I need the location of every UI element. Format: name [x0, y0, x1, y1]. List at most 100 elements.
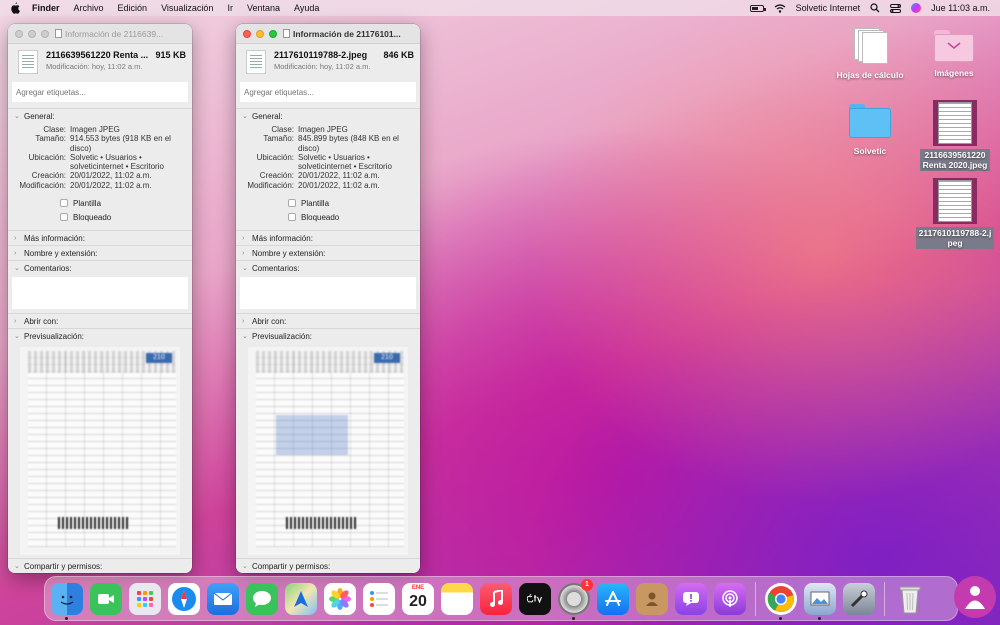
desktop-label: Hojas de cálculo — [836, 70, 904, 80]
chrome-dock-icon[interactable] — [765, 582, 797, 620]
section-sharing[interactable]: ⌄ Compartir y permisos: — [8, 559, 192, 573]
title-bar[interactable]: Información de 21176101... — [236, 24, 420, 44]
preview-image: 210 — [20, 347, 180, 556]
mail-dock-icon[interactable] — [207, 582, 239, 615]
created-value: 20/01/2022, 11:02 a.m. — [70, 171, 152, 181]
safari-dock-icon[interactable] — [168, 582, 200, 615]
music-dock-icon[interactable] — [480, 582, 512, 615]
section-general[interactable]: ⌄ General: — [236, 109, 420, 123]
chevron-down-icon: ⌄ — [14, 333, 20, 341]
section-general[interactable]: ⌄ General: — [8, 109, 192, 123]
images-folder-icon — [934, 30, 974, 62]
contacts-dock-icon[interactable] — [636, 582, 668, 615]
window-title: Información de 21176101... — [293, 28, 401, 39]
desktop-spreadsheets[interactable]: Hojas de cálculo — [832, 26, 908, 80]
stationery-label: Plantilla — [73, 198, 102, 208]
chevron-down-icon: ⌄ — [14, 113, 20, 120]
facetime-dock-icon[interactable] — [90, 582, 122, 615]
comments-field[interactable] — [240, 277, 416, 310]
menu-visualizacion[interactable]: Visualización — [161, 3, 213, 13]
messages-dock-icon[interactable] — [246, 582, 278, 615]
menu-archivo[interactable]: Archivo — [74, 3, 104, 13]
trash-dock-icon[interactable] — [894, 583, 926, 615]
photos-dock-icon[interactable] — [324, 582, 356, 615]
battery-level — [751, 6, 758, 10]
stationery-checkbox[interactable] — [288, 199, 296, 208]
menu-ventana[interactable]: Ventana — [247, 3, 280, 13]
jpeg-file-icon — [246, 50, 266, 74]
chevron-down-icon: ⌄ — [14, 563, 20, 570]
section-comments[interactable]: ⌄ Comentarios: — [8, 261, 192, 275]
locked-checkbox[interactable] — [288, 213, 296, 222]
chevron-down-icon: ⌄ — [242, 563, 248, 570]
chevron-right-icon: › — [14, 234, 17, 242]
section-name-extension[interactable]: › Nombre y extensión: — [236, 246, 420, 260]
system-preferences-dock-icon[interactable]: 1 — [558, 578, 593, 620]
preview-app-dock-icon[interactable] — [804, 582, 836, 620]
locked-checkbox[interactable] — [60, 213, 68, 222]
reminders-dock-icon[interactable] — [363, 582, 395, 615]
chevron-right-icon: › — [14, 317, 17, 325]
launchpad-dock-icon[interactable] — [129, 582, 161, 615]
menu-edicion[interactable]: Edición — [118, 3, 148, 13]
close-button[interactable] — [243, 29, 251, 38]
section-open-with[interactable]: › Abrir con: — [8, 314, 192, 328]
chevron-down-icon: ⌄ — [242, 333, 248, 341]
jpeg-thumbnail-icon — [933, 178, 977, 224]
comments-field[interactable] — [12, 277, 188, 310]
section-more-info[interactable]: › Más información: — [236, 231, 420, 245]
maps-dock-icon[interactable] — [285, 582, 317, 615]
tags-input[interactable] — [240, 82, 416, 102]
control-center-icon[interactable] — [890, 3, 902, 13]
app-store-dock-icon[interactable] — [597, 582, 629, 615]
title-bar[interactable]: Información de 2116639... — [8, 24, 192, 44]
size-label: Tamaño: — [35, 134, 66, 144]
stationery-checkbox[interactable] — [60, 199, 68, 208]
finder-dock-icon[interactable] — [51, 582, 83, 620]
section-preview[interactable]: ⌄ Previsualización: — [236, 329, 420, 343]
kind-label: Clase: — [271, 125, 294, 134]
chevron-right-icon: › — [14, 249, 17, 257]
siri-icon[interactable] — [911, 3, 922, 13]
minimize-button[interactable] — [256, 29, 264, 38]
menu-app-name[interactable]: Finder — [32, 3, 60, 13]
menu-ayuda[interactable]: Ayuda — [294, 3, 319, 13]
file-modified: Modificación: hoy, 11:02 a.m. — [274, 62, 371, 71]
created-value: 20/01/2022, 11:02 a.m. — [298, 171, 380, 181]
desktop-file-label: 2116639561220 Renta 2020.jpeg — [919, 149, 991, 171]
desktop-label: Imágenes — [934, 68, 974, 78]
network-name[interactable]: Solvetic Internet — [796, 3, 861, 13]
section-comments[interactable]: ⌄ Comentarios: — [236, 261, 420, 275]
zoom-button[interactable] — [269, 29, 277, 38]
tags-input[interactable] — [12, 82, 188, 102]
apple-icon[interactable] — [10, 2, 20, 14]
menu-bar: Finder Archivo Edición Visualización Ir … — [0, 0, 1000, 16]
utility-dock-icon[interactable] — [843, 582, 875, 615]
menu-ir[interactable]: Ir — [227, 3, 233, 13]
section-more-info[interactable]: › Más información: — [8, 231, 192, 245]
wifi-icon[interactable] — [774, 3, 786, 13]
section-open-with[interactable]: › Abrir con: — [236, 314, 420, 328]
section-title: General: — [252, 111, 283, 121]
section-name-extension[interactable]: › Nombre y extensión: — [8, 246, 192, 260]
section-preview[interactable]: ⌄ Previsualización: — [8, 329, 192, 343]
close-button[interactable] — [15, 29, 23, 38]
tv-dock-icon[interactable] — [519, 582, 551, 615]
desktop-folder-solvetic[interactable]: Solvetic — [836, 104, 904, 156]
minimize-button[interactable] — [28, 29, 36, 38]
desktop-file-1[interactable]: 2116639561220 Renta 2020.jpeg — [912, 100, 998, 171]
spotlight-search-icon[interactable] — [870, 3, 880, 13]
section-sharing[interactable]: ⌄ Compartir y permisos: — [236, 559, 420, 573]
zoom-button[interactable] — [41, 29, 49, 38]
kind-value: Imagen JPEG — [298, 125, 348, 134]
spreadsheet-stack-icon — [852, 26, 888, 66]
calendar-dock-icon[interactable]: ENE 20 — [402, 582, 434, 615]
where-value: Solvetic • Usuarios • solveticinternet •… — [70, 152, 164, 172]
menu-clock[interactable]: Jue 11:03 a.m. — [931, 3, 990, 13]
desktop-file-2[interactable]: 2117610119788-2.j peg — [912, 178, 998, 249]
feedback-dock-icon[interactable] — [675, 582, 707, 615]
desktop-images[interactable]: Imágenes — [922, 26, 986, 78]
notes-dock-icon[interactable] — [441, 582, 473, 615]
battery-icon[interactable] — [749, 4, 766, 12]
podcasts-dock-icon[interactable] — [714, 582, 746, 615]
